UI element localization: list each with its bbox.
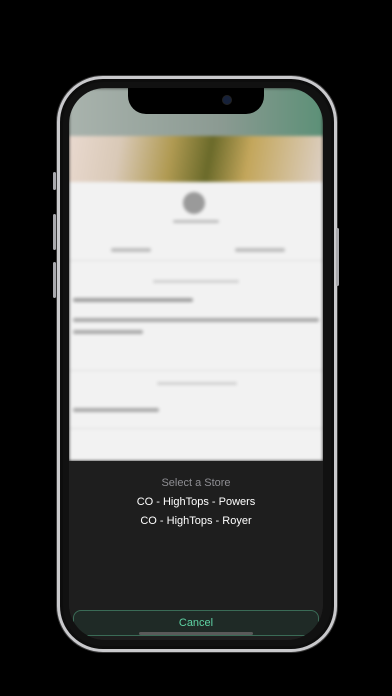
divider: [69, 428, 323, 429]
front-camera: [222, 95, 232, 105]
phone-notch: [128, 88, 264, 114]
placeholder-line: [73, 298, 193, 302]
phone-screen: Select a Store CO - HighTops - Powers CO…: [69, 88, 323, 640]
divider: [69, 260, 323, 261]
sheet-title: Select a Store: [161, 477, 231, 489]
placeholder-line: [153, 280, 239, 283]
placeholder-line: [235, 248, 285, 252]
placeholder-line: [111, 248, 151, 252]
placeholder-line: [173, 220, 219, 223]
placeholder-line: [157, 382, 237, 385]
app-banner-image: [69, 136, 323, 182]
store-option-royer[interactable]: CO - HighTops - Royer: [69, 515, 323, 527]
mute-switch: [53, 172, 56, 190]
power-button: [336, 228, 339, 286]
volume-up-button: [53, 214, 56, 250]
blurred-app-background: [69, 88, 323, 461]
home-indicator: [139, 632, 253, 635]
volume-down-button: [53, 262, 56, 298]
store-logo: [183, 192, 205, 214]
placeholder-line: [73, 330, 143, 334]
store-picker-sheet: Select a Store CO - HighTops - Powers CO…: [69, 461, 323, 640]
store-option-powers[interactable]: CO - HighTops - Powers: [69, 496, 323, 508]
placeholder-line: [73, 408, 159, 412]
placeholder-line: [73, 318, 319, 322]
divider: [69, 370, 323, 371]
